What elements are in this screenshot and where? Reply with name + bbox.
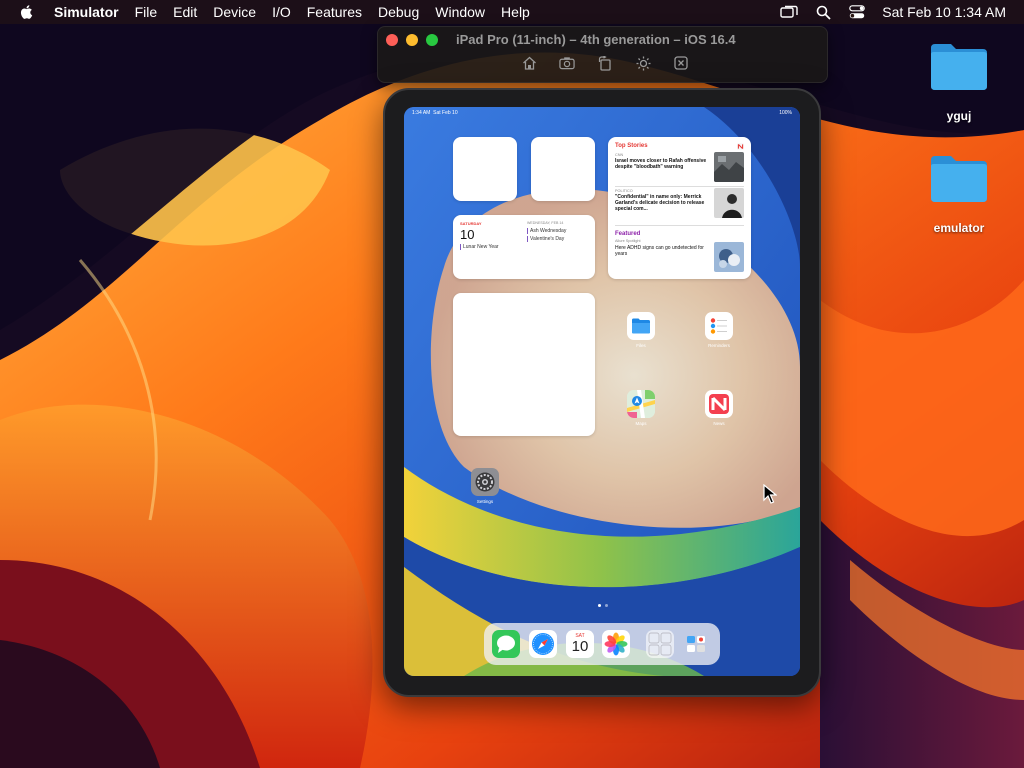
news-source: POLITICO	[615, 189, 633, 193]
empty-widget-small-2[interactable]	[531, 137, 595, 201]
folder-label: yguj	[946, 109, 972, 123]
news-source: Allure Spotlight	[615, 239, 641, 243]
news-thumbnail	[714, 188, 744, 218]
calendar-event: Lunar New Year	[460, 244, 499, 250]
app-label: Settings	[476, 499, 494, 504]
screenshot-icon[interactable]	[559, 55, 575, 71]
news-headline[interactable]: Here ADHD signs can go undetected for ye…	[615, 245, 711, 257]
calendar-event: Valentine's Day	[527, 236, 564, 242]
app-menu-simulator[interactable]: Simulator	[46, 4, 127, 20]
calendar-next-label: WEDNESDAY, FEB 14	[527, 221, 564, 225]
simulator-window-title: iPad Pro (11-inch) – 4th generation – iO…	[456, 32, 736, 47]
menu-help[interactable]: Help	[493, 4, 538, 20]
news-source: CNN	[615, 153, 624, 157]
simulator-window-toolbar: iPad Pro (11-inch) – 4th generation – iO…	[377, 26, 828, 83]
calendar-icon[interactable]: SAT 10	[566, 630, 594, 658]
menu-io[interactable]: I/O	[264, 4, 299, 20]
app-label: Files	[636, 343, 646, 348]
calendar-widget[interactable]: SATURDAY 10 Lunar New Year WEDNESDAY, FE…	[453, 215, 595, 279]
ios-status-time: 1:34 AM Sat Feb 10	[412, 110, 458, 116]
calendar-icon-date: 10	[571, 638, 589, 655]
calendar-event: Ash Wednesday	[527, 228, 566, 234]
appearance-icon[interactable]	[635, 55, 651, 71]
news-headline[interactable]: "Confidential" in name only: Merrick Gar…	[615, 194, 711, 212]
photos-icon[interactable]	[602, 630, 630, 658]
news-divider	[615, 225, 744, 226]
desktop-folder-yguj[interactable]: yguj	[919, 40, 999, 123]
ios-dock: SAT 10	[484, 623, 720, 665]
news-headline[interactable]: Israel moves closer to Rafah offensive d…	[615, 158, 711, 170]
calendar-date: 10	[460, 227, 475, 242]
app-files[interactable]: Files	[611, 312, 671, 348]
page-indicator[interactable]	[596, 604, 610, 607]
news-widget[interactable]: Top Stories CNN Israel moves closer to R…	[608, 137, 751, 279]
window-close-button[interactable]	[386, 34, 398, 46]
close-app-icon[interactable]	[673, 55, 689, 71]
menu-edit[interactable]: Edit	[165, 4, 205, 20]
app-label: News	[713, 421, 725, 426]
folder-icon	[931, 156, 987, 202]
files-icon	[627, 312, 655, 340]
search-icon[interactable]	[814, 4, 832, 20]
menu-debug[interactable]: Debug	[370, 4, 427, 20]
news-divider	[615, 186, 744, 187]
desktop-folder-emulator[interactable]: emulator	[919, 152, 999, 235]
empty-widget-small-1[interactable]	[453, 137, 517, 201]
menu-file[interactable]: File	[127, 4, 166, 20]
app-maps[interactable]: Maps	[611, 390, 671, 426]
folder-label: emulator	[933, 221, 985, 235]
control-center-icon[interactable]	[848, 4, 866, 20]
app-library-icon[interactable]	[646, 630, 674, 658]
app-label: Maps	[635, 421, 647, 426]
ipad-screen[interactable]: 1:34 AM Sat Feb 10 100% SATURDAY 10 Luna…	[404, 107, 800, 676]
news-thumbnail	[714, 242, 744, 272]
rotate-icon[interactable]	[597, 55, 613, 71]
news-thumbnail	[714, 152, 744, 182]
menu-bar-clock[interactable]: Sat Feb 10 1:34 AM	[882, 4, 1006, 20]
news-icon	[705, 390, 733, 418]
menu-features[interactable]: Features	[299, 4, 370, 20]
messages-icon[interactable]	[492, 630, 520, 658]
news-logo-icon	[737, 143, 744, 150]
news-featured-header: Featured	[615, 231, 641, 237]
app-settings[interactable]: Settings	[455, 468, 515, 504]
page-dot-active[interactable]	[598, 604, 601, 607]
mouse-pointer	[763, 484, 777, 504]
app-label: Reminders	[708, 343, 730, 348]
news-top-stories-header: Top Stories	[615, 143, 648, 149]
window-zoom-button[interactable]	[426, 34, 438, 46]
menu-bar: Simulator File Edit Device I/O Features …	[0, 0, 1024, 24]
apple-menu-icon[interactable]	[18, 3, 36, 21]
menu-window[interactable]: Window	[427, 4, 493, 20]
menu-device[interactable]: Device	[205, 4, 264, 20]
reminders-icon	[705, 312, 733, 340]
safari-icon[interactable]	[529, 630, 557, 658]
screen-mirroring-icon[interactable]	[780, 4, 798, 20]
folder-icon	[931, 44, 987, 90]
ios-status-battery: 100%	[779, 110, 792, 116]
calendar-day-label: SATURDAY	[460, 221, 482, 226]
home-icon[interactable]	[521, 55, 537, 71]
maps-icon	[627, 390, 655, 418]
window-minimize-button[interactable]	[406, 34, 418, 46]
app-news[interactable]: News	[689, 390, 749, 426]
settings-icon	[471, 468, 499, 496]
recent-apps-icon[interactable]	[683, 630, 711, 658]
app-reminders[interactable]: Reminders	[689, 312, 749, 348]
page-dot[interactable]	[605, 604, 608, 607]
empty-widget-large[interactable]	[453, 293, 595, 436]
